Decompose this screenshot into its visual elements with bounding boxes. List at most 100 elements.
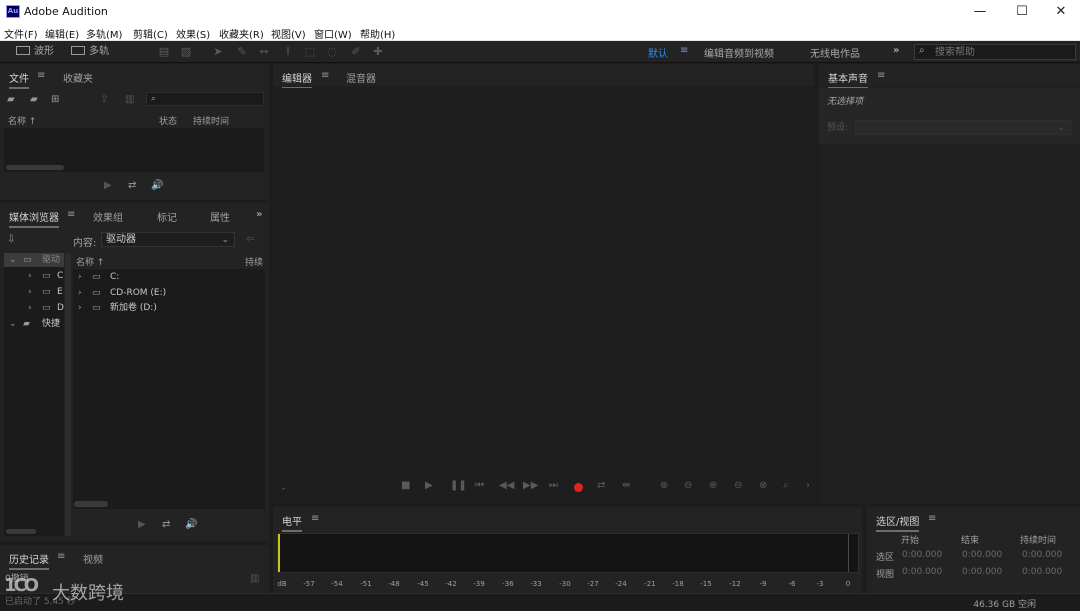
preview-play-icon[interactable]: ▶ [104,180,112,192]
selection-start-value[interactable]: 0:00.000 [902,550,942,560]
time-selection-icon[interactable]: I [282,46,294,58]
zoom-in-amplitude-icon[interactable]: ⊕ [660,480,668,491]
tab-properties[interactable]: 属性 [210,209,230,224]
levels-panel-menu-icon[interactable]: ≡ [311,513,319,524]
workspace-default-menu-icon[interactable]: ≡ [680,45,688,56]
workspace-edit-audio-to-video[interactable]: 编辑音频到视频 [704,45,774,60]
waveform-view-button[interactable]: 波形 [16,44,54,60]
media-preview-play-icon[interactable]: ▶ [138,519,146,531]
menu-help[interactable]: 帮助(H) [360,26,395,41]
view-start-value[interactable]: 0:00.000 [902,567,942,577]
waveform-display[interactable] [273,88,814,473]
zoom-in-time-icon[interactable]: ⊕ [709,480,717,491]
tree-item-drive-c[interactable]: C [57,269,63,283]
files-column-name[interactable]: 名称 ↑ [8,114,36,127]
tree-expand-icon[interactable]: › [28,285,32,299]
menu-multitrack[interactable]: 多轨(M) [86,26,122,41]
help-search-box[interactable]: ⌕ [914,44,1076,60]
tree-scrollbar[interactable] [6,529,36,534]
zoom-out-time-icon[interactable]: ⊖ [734,480,742,491]
tree-item-shortcuts[interactable]: 快捷 [42,317,60,331]
zoom-selection-icon[interactable]: ⌕ [783,480,789,491]
maximize-button[interactable]: ☐ [1002,0,1042,24]
tab-basic-sound[interactable]: 基本声音 [828,70,868,89]
move-tool-icon[interactable]: ➤ [212,46,224,58]
files-column-status[interactable]: 状态 [159,114,177,127]
files-list-scrollbar[interactable] [6,165,64,170]
zoom-out-amplitude-icon[interactable]: ⊖ [684,480,692,491]
view-end-value[interactable]: 0:00.000 [962,567,1002,577]
tab-markers[interactable]: 标记 [157,209,177,224]
record-icon[interactable] [574,483,583,492]
razor-tool-icon[interactable]: ✎ [236,46,248,58]
expand-icon[interactable]: › [78,270,82,284]
close-button[interactable]: ✕ [1041,0,1080,24]
new-file-icon[interactable]: ⊞ [51,94,59,106]
content-select[interactable]: 驱动器 ⌄ [101,232,235,247]
media-preview-autoplay-icon[interactable]: 🔊 [185,519,197,531]
menu-effects[interactable]: 效果(S) [176,26,210,41]
tab-editor[interactable]: 编辑器 [282,70,312,89]
spectral-pitch-icon[interactable]: ▧ [180,46,192,58]
lasso-selection-icon[interactable]: ◌ [326,46,338,58]
tree-expand-icon[interactable]: ⌄ [9,317,17,331]
expand-icon[interactable]: › [78,301,82,315]
selection-duration-value[interactable]: 0:00.000 [1022,550,1062,560]
tree-expand-icon[interactable]: › [28,301,32,315]
fast-forward-icon[interactable]: ▶▶ [523,480,538,491]
preview-loop-icon[interactable]: ⇄ [128,180,136,192]
tree-item-drives[interactable]: 驱动 [42,253,60,267]
workspace-radio-production[interactable]: 无线电作品 [810,45,860,60]
menu-view[interactable]: 视图(V) [271,26,306,41]
media-row-cdrom-e[interactable]: CD-ROM (E:) [110,286,166,300]
zoom-overflow-icon[interactable]: › [806,480,810,491]
multitrack-view-button[interactable]: 多轨 [71,44,109,60]
move-to-next-icon[interactable]: ⏭ [549,480,558,491]
expand-icon[interactable]: › [78,286,82,300]
tab-levels[interactable]: 电平 [282,513,302,532]
rewind-icon[interactable]: ◀◀ [499,480,514,491]
brush-selection-icon[interactable]: ✐ [350,46,362,58]
workspace-overflow-icon[interactable]: » [893,45,899,56]
tree-expand-icon[interactable]: › [28,269,32,283]
menu-clip[interactable]: 剪辑(C) [133,26,168,41]
loop-playback-icon[interactable]: ⇄ [597,480,605,491]
menu-file[interactable]: 文件(F) [4,26,38,41]
media-tabs-overflow-icon[interactable]: » [256,209,262,220]
pause-icon[interactable]: ❚❚ [450,480,467,491]
menu-edit[interactable]: 编辑(E) [45,26,79,41]
menu-favorites[interactable]: 收藏夹(R) [219,26,264,41]
tab-history[interactable]: 历史记录 [9,551,49,570]
stop-icon[interactable]: ■ [401,480,410,491]
menu-window[interactable]: 窗口(W) [314,26,352,41]
tree-item-drive-d[interactable]: D [57,301,64,315]
files-panel-menu-icon[interactable]: ≡ [37,70,45,81]
tab-effects-rack[interactable]: 效果组 [93,209,123,224]
tree-expand-icon[interactable]: ⌄ [9,253,17,267]
play-icon[interactable]: ▶ [425,480,433,491]
tree-item-drive-e[interactable]: E [57,285,63,299]
spot-healing-icon[interactable]: ✚ [372,46,384,58]
zoom-out-full-icon[interactable]: ⊗ [759,480,767,491]
open-file-icon[interactable]: ▰ [7,94,15,106]
selection-end-value[interactable]: 0:00.000 [962,550,1002,560]
tab-selection-view[interactable]: 选区/视图 [876,513,920,532]
insert-into-multitrack-icon[interactable]: ⇪ [100,94,108,106]
files-search-field[interactable]: ⌕ [146,92,264,106]
media-browser-menu-icon[interactable]: ≡ [67,209,75,220]
preview-autoplay-icon[interactable]: 🔊 [151,180,163,192]
move-to-previous-icon[interactable]: ⏮ [475,480,484,491]
delete-file-icon[interactable]: ▥ [125,94,134,106]
history-delete-icon[interactable]: ▥ [250,573,259,585]
media-file-list[interactable] [73,269,265,509]
tab-media-browser[interactable]: 媒体浏览器 [9,209,59,228]
tab-video[interactable]: 视频 [83,551,103,566]
media-column-duration[interactable]: 持续 [245,255,263,268]
slip-tool-icon[interactable]: ↔ [258,46,270,58]
basic-sound-menu-icon[interactable]: ≡ [877,70,885,81]
media-row-new-volume-d[interactable]: 新加卷 (D:) [110,301,157,315]
history-panel-menu-icon[interactable]: ≡ [57,551,65,562]
tree-splitter[interactable] [65,253,71,536]
media-preview-loop-icon[interactable]: ⇄ [162,519,170,531]
media-list-scrollbar[interactable] [74,501,108,507]
